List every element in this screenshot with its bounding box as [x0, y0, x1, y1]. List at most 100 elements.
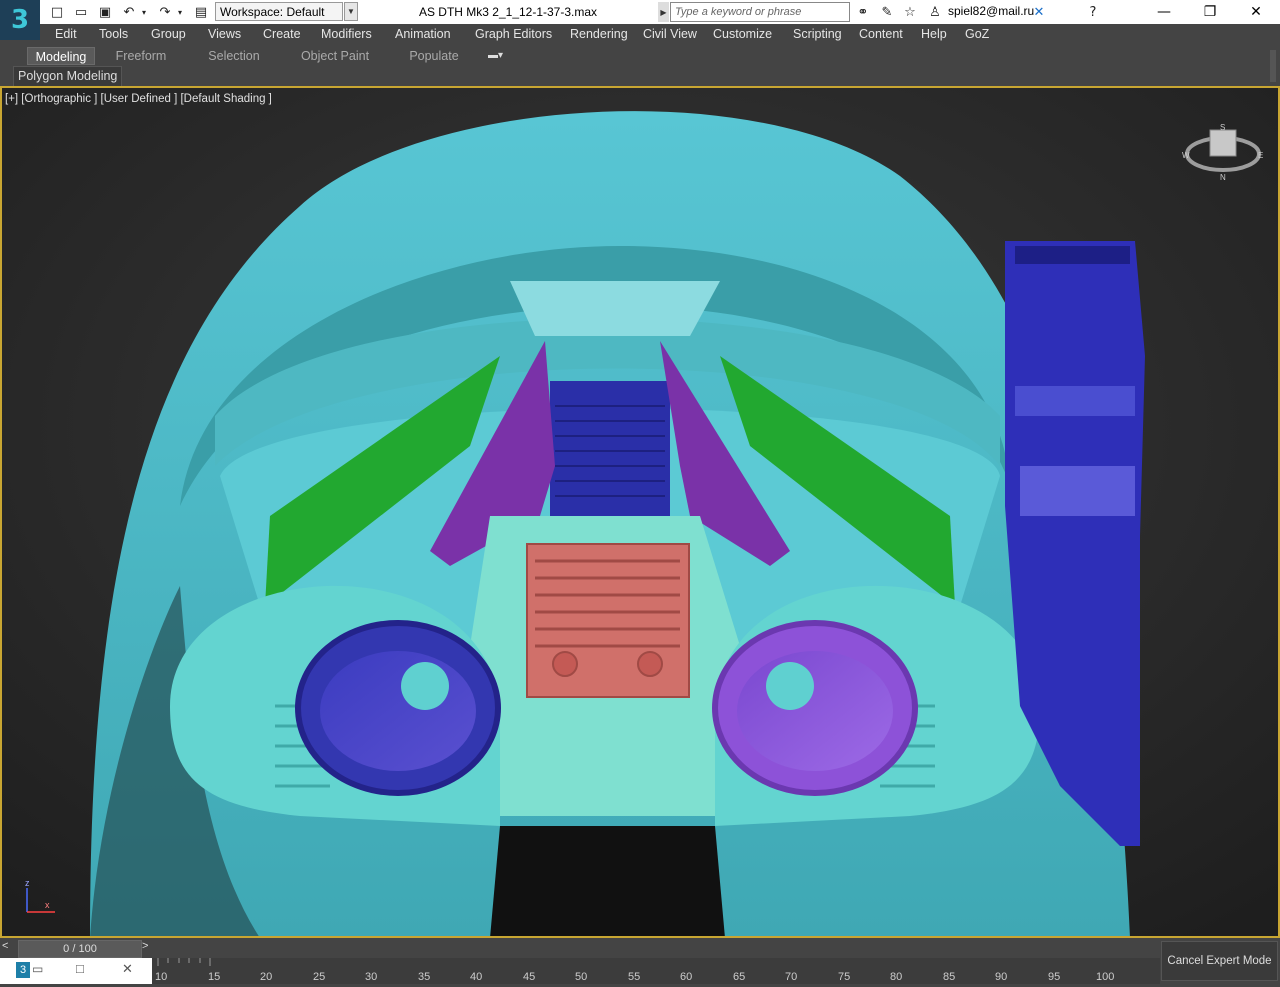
menu-content[interactable]: Content	[859, 24, 903, 45]
lens-right-port	[766, 662, 814, 710]
menu-group[interactable]: Group	[151, 24, 186, 45]
polygon-modeling-panel[interactable]: Polygon Modeling	[13, 66, 123, 87]
tick-70: 70	[785, 971, 798, 983]
tick-60: 60	[680, 971, 693, 983]
maxscript-mini-listener[interactable]: 3 ▭ □ ✕	[0, 958, 152, 984]
tick-25: 25	[313, 971, 326, 983]
viewcube-n-label: N	[1220, 173, 1226, 182]
tick-85: 85	[943, 971, 956, 983]
top-channel	[510, 281, 720, 336]
listener-maximize-icon[interactable]: □	[76, 961, 84, 976]
side-attachment-band	[1015, 386, 1135, 416]
tick-15: 15	[208, 971, 221, 983]
tab-populate[interactable]: Populate	[396, 47, 472, 65]
viewcube[interactable]: S W E N	[1182, 118, 1264, 182]
favorites-star-icon[interactable]: ☆	[901, 3, 919, 21]
viewport-scene: z x	[0, 86, 1280, 938]
search-expand-icon[interactable]: ▶	[658, 2, 669, 22]
tab-freeform[interactable]: Freeform	[103, 47, 179, 65]
time-next-button[interactable]: >	[142, 940, 156, 956]
undo-dropdown-icon[interactable]: ▾	[138, 3, 150, 21]
undo-icon[interactable]: ↶	[120, 3, 138, 21]
tick-65: 65	[733, 971, 746, 983]
binoculars-icon[interactable]: ⚭	[854, 3, 872, 21]
tick-35: 35	[418, 971, 431, 983]
new-file-icon[interactable]: □	[48, 3, 66, 21]
search-input[interactable]: Type a keyword or phrase	[670, 2, 850, 22]
menu-scripting[interactable]: Scripting	[793, 24, 842, 45]
app-logo-text: 3	[10, 5, 30, 35]
cancel-expert-mode-button[interactable]: Cancel Expert Mode	[1161, 941, 1278, 981]
exchange-apps-icon[interactable]: ✕	[1030, 3, 1048, 21]
ribbon-panel-bar	[0, 65, 1280, 86]
ribbon-tabs-bar	[0, 45, 1280, 66]
tick-20: 20	[260, 971, 273, 983]
track-bar[interactable]	[152, 958, 1160, 984]
side-attachment-band-2	[1020, 466, 1135, 516]
listener-restore-icon[interactable]: ▭	[32, 962, 43, 976]
tick-55: 55	[628, 971, 641, 983]
viewcube-e-label: E	[1258, 151, 1263, 160]
menu-graph-editors[interactable]: Graph Editors	[475, 24, 552, 45]
front-panel	[526, 543, 690, 698]
viewcube-s-label: S	[1220, 123, 1225, 132]
menu-customize[interactable]: Customize	[713, 24, 772, 45]
menu-help[interactable]: Help	[921, 24, 947, 45]
close-window-icon[interactable]: ✕	[1233, 0, 1279, 24]
lens-left	[320, 651, 476, 771]
redo-dropdown-icon[interactable]: ▾	[174, 3, 186, 21]
viewport-label-menu[interactable]: [+] [Orthographic ] [User Defined ] [Def…	[5, 93, 272, 105]
menu-bar	[0, 24, 1280, 45]
tick-45: 45	[523, 971, 536, 983]
axis-x-label: x	[45, 900, 50, 910]
redo-icon[interactable]: ↷	[156, 3, 174, 21]
ribbon-collapse-handle[interactable]	[1270, 50, 1276, 82]
tick-100: 100	[1096, 971, 1115, 983]
front-panel-knob-left	[552, 651, 578, 677]
menu-views[interactable]: Views	[208, 24, 241, 45]
perspective-viewport[interactable]: z x	[0, 86, 1280, 938]
menu-modifiers[interactable]: Modifiers	[321, 24, 372, 45]
lens-left-port	[401, 662, 449, 710]
time-slider[interactable]: 0 / 100	[18, 940, 142, 958]
ribbon-options-icon[interactable]: ▬▾	[488, 50, 514, 62]
tab-object-paint[interactable]: Object Paint	[291, 47, 379, 65]
minimize-window-icon[interactable]: —	[1141, 0, 1187, 24]
restore-window-icon[interactable]: ❐	[1187, 0, 1233, 24]
tick-50: 50	[575, 971, 588, 983]
workspace-select[interactable]: Workspace: Default	[215, 2, 343, 21]
front-panel-knob-right	[637, 651, 663, 677]
side-attachment-top	[1015, 246, 1130, 264]
menu-goz[interactable]: GoZ	[965, 24, 989, 45]
menu-edit[interactable]: Edit	[55, 24, 77, 45]
project-folder-icon[interactable]: ▤	[192, 3, 210, 21]
communication-center-icon[interactable]: ✎	[878, 3, 896, 21]
menu-civil-view[interactable]: Civil View	[643, 24, 697, 45]
time-prev-button[interactable]: <	[2, 940, 16, 956]
tab-modeling[interactable]: Modeling	[27, 47, 95, 65]
user-account-label[interactable]: spiel82@mail.ru	[948, 4, 1034, 18]
menu-animation[interactable]: Animation	[395, 24, 451, 45]
tick-80: 80	[890, 971, 903, 983]
viewcube-w-label: W	[1182, 151, 1190, 160]
save-icon[interactable]: ▣	[96, 3, 114, 21]
viewcube-graphic: S W E N	[1182, 123, 1263, 182]
max-listener-icon[interactable]: 3	[16, 962, 30, 978]
user-account-icon[interactable]: ♙	[926, 3, 944, 21]
tick-30: 30	[365, 971, 378, 983]
menu-tools[interactable]: Tools	[99, 24, 128, 45]
track-bar-ticks	[157, 958, 211, 966]
menu-create[interactable]: Create	[263, 24, 301, 45]
tick-10: 10	[155, 971, 168, 983]
tick-95: 95	[1048, 971, 1061, 983]
mouth-opening	[490, 826, 725, 938]
app-logo-button[interactable]: 3	[0, 0, 40, 40]
time-slider-bar	[0, 938, 1280, 958]
workspace-dropdown-icon[interactable]: ▼	[344, 2, 358, 21]
menu-rendering[interactable]: Rendering	[570, 24, 628, 45]
lens-right	[737, 651, 893, 771]
tab-selection[interactable]: Selection	[196, 47, 272, 65]
help-icon[interactable]: ?	[1084, 3, 1102, 21]
listener-close-icon[interactable]: ✕	[122, 961, 133, 977]
open-file-icon[interactable]: ▭	[72, 3, 90, 21]
